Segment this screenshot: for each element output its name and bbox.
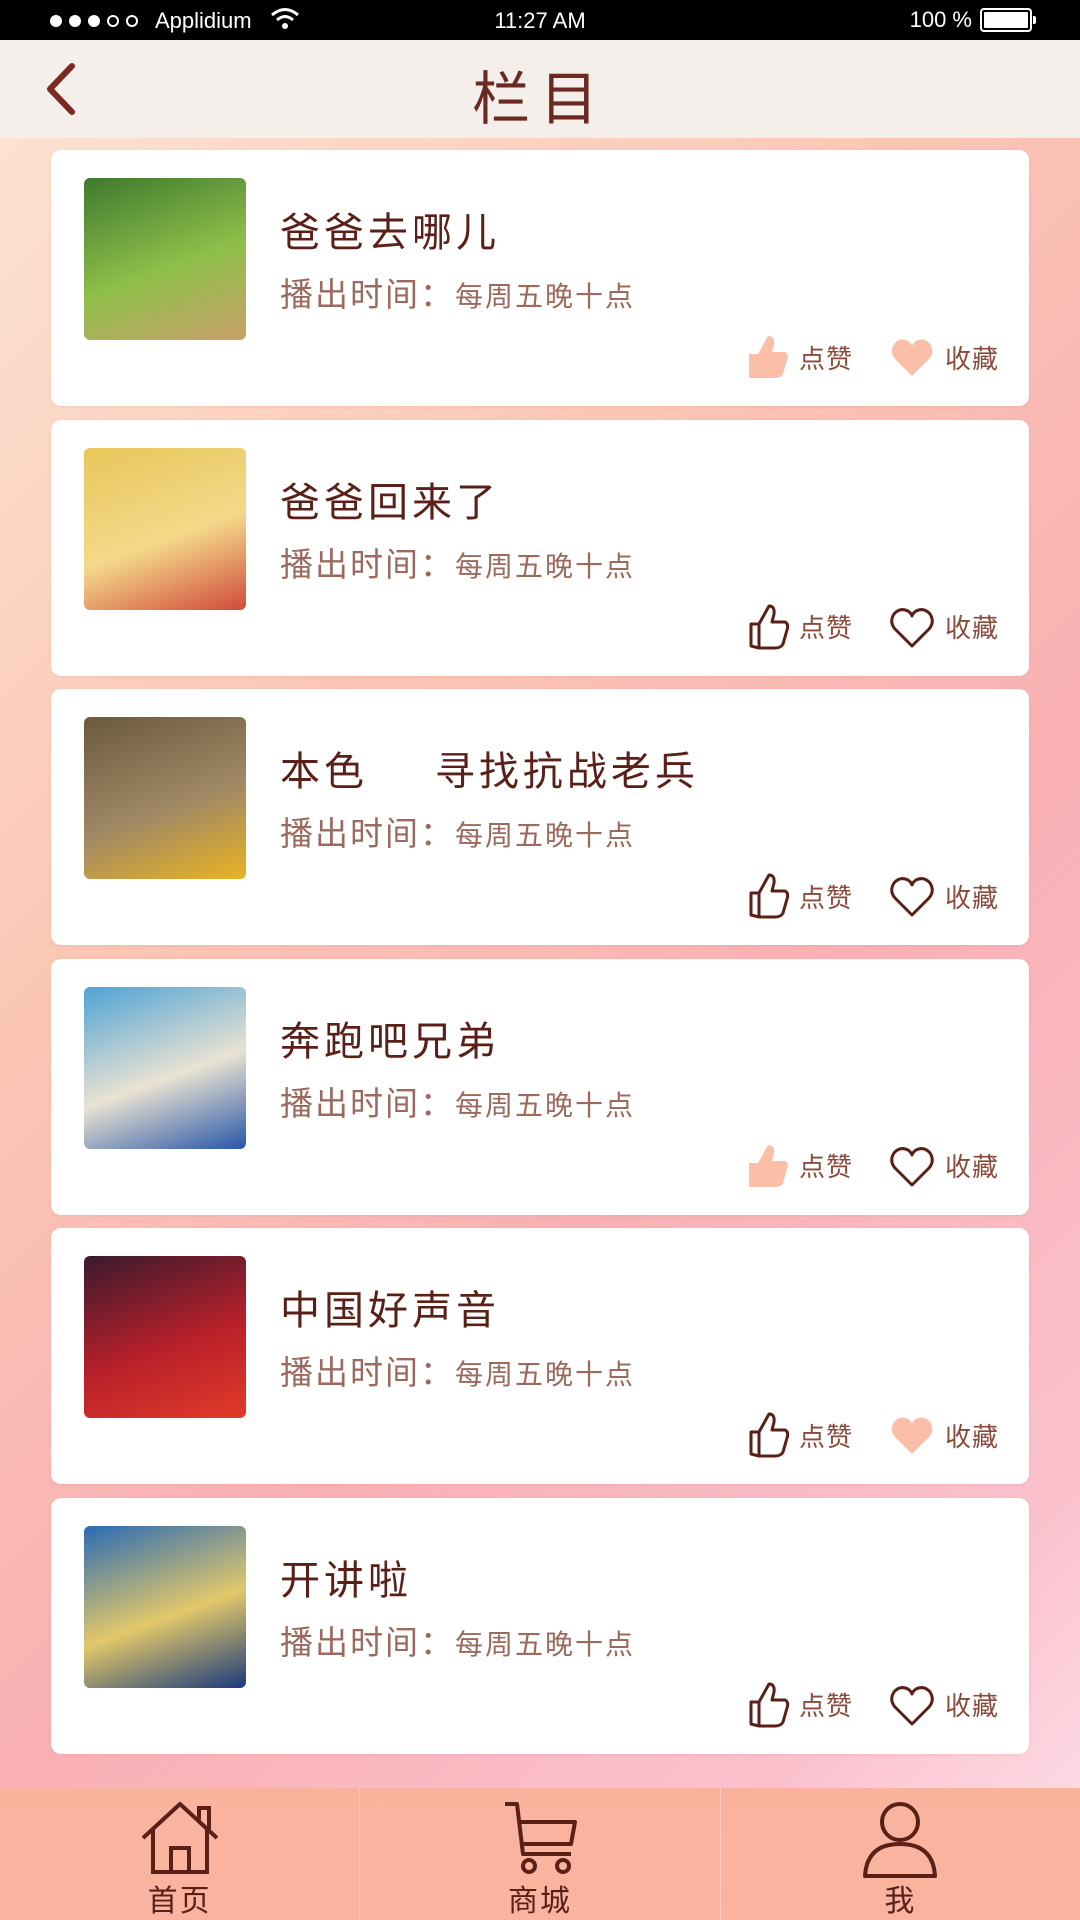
tab-me[interactable]: 我	[721, 1788, 1080, 1920]
program-airtime: 播出时间：每周五晚十点	[280, 538, 635, 586]
favorite-button[interactable]: 收藏	[887, 871, 999, 921]
favorite-label: 收藏	[945, 1692, 1000, 1722]
program-card[interactable]: 奔跑吧兄弟 播出时间：每周五晚十点 点赞 收藏	[51, 958, 1029, 1215]
tab-mall-label: 商城	[507, 1884, 572, 1919]
program-card[interactable]: 中国好声音 播出时间：每周五晚十点 点赞 收藏	[51, 1228, 1029, 1484]
like-label: 点赞	[799, 344, 854, 375]
program-airtime: 播出时间：每周五晚十点	[280, 1616, 635, 1664]
airtime-label: 播出时间：	[280, 814, 455, 853]
program-list: 爸爸去哪儿 播出时间：每周五晚十点 点赞 收藏 爸爸回来了 播出时间：每周五晚十…	[51, 150, 1029, 1767]
like-button[interactable]: 点赞	[741, 1680, 853, 1730]
cart-icon	[504, 1802, 577, 1874]
battery-icon	[980, 8, 1036, 32]
airtime-value: 每周五晚十点	[455, 819, 636, 852]
favorite-label: 收藏	[945, 883, 1000, 914]
favorite-label: 收藏	[945, 1153, 1000, 1183]
favorite-button[interactable]: 收藏	[887, 1141, 999, 1191]
tab-bar: 首页 商城 我	[0, 1788, 1080, 1920]
like-button[interactable]: 点赞	[741, 1141, 853, 1191]
program-airtime: 播出时间：每周五晚十点	[280, 1077, 635, 1125]
thumbs-up-filled-icon	[749, 336, 788, 378]
program-card[interactable]: 爸爸回来了 播出时间：每周五晚十点 点赞 收藏	[51, 419, 1029, 676]
status-bar: Applidium 11:27 AM 100 %	[0, 0, 1080, 40]
tab-me-label: 我	[884, 1884, 917, 1919]
program-airtime: 播出时间：每周五晚十点	[280, 1346, 635, 1394]
heart-filled-icon	[891, 1417, 933, 1454]
program-title[interactable]: 本色 寻找抗战老兵	[280, 739, 699, 797]
nav-header: 栏目	[0, 40, 1080, 138]
heart-icon	[890, 877, 934, 917]
airtime-value: 每周五晚十点	[455, 1358, 636, 1391]
airtime-value: 每周五晚十点	[455, 1088, 636, 1122]
program-card[interactable]: 爸爸去哪儿 播出时间：每周五晚十点 点赞 收藏	[51, 150, 1029, 406]
program-card[interactable]: 本色 寻找抗战老兵 播出时间：每周五晚十点 点赞 收藏	[51, 689, 1029, 945]
like-label: 点赞	[799, 1153, 854, 1183]
thumbs-up-icon	[749, 604, 790, 649]
airtime-label: 播出时间：	[280, 1083, 455, 1123]
like-button[interactable]: 点赞	[741, 602, 853, 652]
tab-home[interactable]: 首页	[0, 1788, 361, 1920]
home-icon	[141, 1802, 219, 1874]
airtime-label: 播出时间：	[280, 544, 455, 584]
heart-filled-icon	[891, 339, 933, 376]
favorite-label: 收藏	[945, 1422, 1000, 1453]
airtime-value: 每周五晚十点	[455, 1627, 636, 1661]
page-title: 栏目	[471, 65, 608, 133]
program-title[interactable]: 爸爸去哪儿	[280, 200, 500, 258]
airtime-label: 播出时间：	[280, 1622, 455, 1662]
program-title[interactable]: 开讲啦	[280, 1548, 412, 1606]
program-title[interactable]: 奔跑吧兄弟	[280, 1009, 500, 1067]
airtime-value: 每周五晚十点	[455, 280, 636, 313]
airtime-label: 播出时间：	[280, 275, 455, 314]
thumbs-up-filled-icon	[749, 1144, 788, 1187]
battery-percent: 100 %	[909, 7, 972, 32]
heart-icon	[890, 1685, 934, 1725]
program-thumbnail[interactable]	[84, 178, 246, 340]
favorite-button[interactable]: 收藏	[887, 332, 999, 382]
tab-mall[interactable]: 商城	[360, 1788, 721, 1920]
program-thumbnail[interactable]	[84, 717, 246, 879]
favorite-label: 收藏	[945, 614, 1000, 644]
program-title[interactable]: 中国好声音	[280, 1278, 500, 1336]
like-button[interactable]: 点赞	[741, 332, 853, 382]
like-button[interactable]: 点赞	[741, 871, 853, 921]
like-button[interactable]: 点赞	[741, 1410, 853, 1460]
like-label: 点赞	[799, 1422, 854, 1453]
program-airtime: 播出时间：每周五晚十点	[280, 807, 635, 855]
thumbs-up-icon	[749, 873, 790, 919]
program-thumbnail[interactable]	[84, 986, 246, 1149]
heart-icon	[890, 1146, 934, 1186]
like-label: 点赞	[799, 883, 854, 914]
program-title[interactable]: 爸爸回来了	[280, 470, 500, 528]
program-card[interactable]: 开讲啦 播出时间：每周五晚十点 点赞 收藏	[51, 1497, 1029, 1754]
heart-icon	[890, 607, 934, 647]
program-thumbnail[interactable]	[84, 1525, 246, 1688]
airtime-label: 播出时间：	[280, 1353, 455, 1392]
program-airtime: 播出时间：每周五晚十点	[280, 268, 635, 316]
favorite-button[interactable]: 收藏	[887, 602, 999, 652]
tab-home-label: 首页	[147, 1884, 212, 1919]
favorite-button[interactable]: 收藏	[887, 1680, 999, 1730]
like-label: 点赞	[799, 1692, 854, 1722]
thumbs-up-icon	[749, 1412, 790, 1458]
battery-status: 100 %	[909, 7, 1036, 33]
thumbs-up-icon	[749, 1682, 790, 1727]
like-label: 点赞	[799, 614, 854, 644]
favorite-button[interactable]: 收藏	[887, 1410, 999, 1460]
favorite-label: 收藏	[945, 344, 1000, 375]
airtime-value: 每周五晚十点	[455, 549, 636, 583]
program-thumbnail[interactable]	[84, 447, 246, 610]
user-icon	[863, 1802, 938, 1878]
program-thumbnail[interactable]	[84, 1256, 246, 1418]
